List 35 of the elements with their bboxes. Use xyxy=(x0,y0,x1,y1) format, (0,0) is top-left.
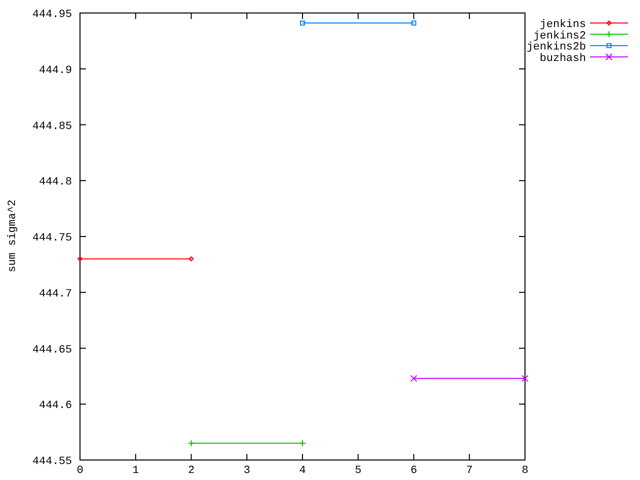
y-tick-label: 444.65 xyxy=(32,344,72,356)
x-tick-label: 6 xyxy=(410,465,418,477)
point xyxy=(411,20,416,26)
x-tick-label: 5 xyxy=(354,465,362,477)
legend-label: jenkins2 xyxy=(533,30,586,42)
y-tick-label: 444.7 xyxy=(38,288,72,300)
point xyxy=(410,374,418,382)
x-tick-label: 0 xyxy=(76,465,84,477)
legend-sample xyxy=(590,43,628,48)
legend-label: buzhash xyxy=(540,52,586,65)
legend-label: jenkins xyxy=(540,19,586,31)
legend-sample xyxy=(590,53,628,60)
point xyxy=(522,374,528,382)
point xyxy=(78,256,82,262)
legend-sample xyxy=(590,30,628,38)
y-tick-label: 444.85 xyxy=(32,120,72,133)
y-tick-label: 444.9 xyxy=(38,64,72,77)
x-tick-label: 2 xyxy=(188,465,195,477)
x-tick-label: 7 xyxy=(466,465,473,477)
x-tick-label: 1 xyxy=(132,465,139,477)
y-axis-label: sum sigma^2 xyxy=(7,200,19,272)
x-tick-label: 4 xyxy=(299,465,306,477)
y-tick-label: 444.6 xyxy=(38,400,72,412)
x-tick-label: 3 xyxy=(244,465,250,477)
legend-sample xyxy=(590,20,628,26)
point xyxy=(299,440,306,447)
point xyxy=(300,20,305,26)
y-tick-label: 444.95 xyxy=(32,9,72,21)
legend-label: jenkins2b xyxy=(526,42,586,54)
x-tick-label: 8 xyxy=(522,465,528,477)
y-tick-label: 444.75 xyxy=(32,232,72,244)
y-tick-label: 444.55 xyxy=(32,456,72,468)
point xyxy=(188,256,194,262)
y-tick-label: 444.8 xyxy=(38,176,72,189)
point xyxy=(188,440,195,447)
